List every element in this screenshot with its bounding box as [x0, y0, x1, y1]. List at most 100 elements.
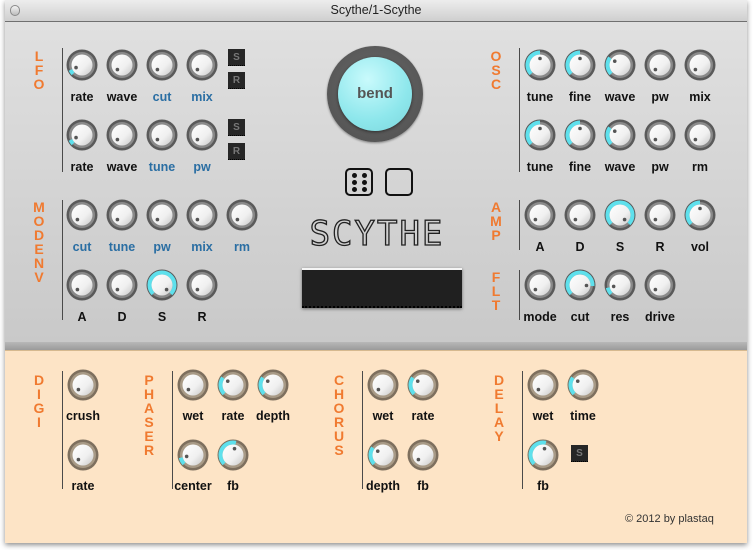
- knob-label: crush: [65, 409, 101, 423]
- knob-depth[interactable]: [367, 439, 399, 471]
- scythe-logo: SCYTHE: [309, 213, 445, 254]
- section-title-letter: A: [143, 400, 155, 416]
- knob-a[interactable]: [524, 199, 556, 231]
- knob-wet[interactable]: [527, 369, 559, 401]
- knob-d[interactable]: [564, 199, 596, 231]
- knob-rm[interactable]: [226, 199, 258, 231]
- knob-r[interactable]: [186, 269, 218, 301]
- bend-button[interactable]: bend: [327, 46, 423, 142]
- section-title-letter: S: [144, 414, 154, 430]
- section-title-letter: M: [33, 199, 45, 215]
- bend-button-cap: bend: [338, 57, 412, 131]
- section-title-letter: A: [490, 199, 502, 215]
- knob-fine[interactable]: [564, 119, 596, 151]
- knob-label: R: [197, 310, 207, 324]
- knob-mix[interactable]: [186, 49, 218, 81]
- knob-tune[interactable]: [524, 119, 556, 151]
- section-divider: [62, 200, 63, 320]
- lfo2-retrigger-button[interactable]: R: [228, 143, 245, 160]
- knob-wave[interactable]: [604, 49, 636, 81]
- knob-crush[interactable]: [67, 369, 99, 401]
- knob-s[interactable]: [146, 269, 178, 301]
- knob-label: time: [570, 409, 596, 423]
- knob-pw[interactable]: [146, 199, 178, 231]
- knob-tune[interactable]: [146, 119, 178, 151]
- section-title-letter: L: [491, 283, 501, 299]
- window-title: Scythe/1-Scythe: [330, 3, 422, 17]
- knob-center[interactable]: [177, 439, 209, 471]
- copyright-text: © 2012 by plastaq: [625, 513, 714, 525]
- knob-label: fb: [417, 479, 429, 493]
- section-label-chorus: CHORUS: [332, 373, 346, 457]
- knob-label: mix: [689, 90, 711, 104]
- knob-time[interactable]: [567, 369, 599, 401]
- knob-mix[interactable]: [186, 199, 218, 231]
- knob-pw[interactable]: [644, 49, 676, 81]
- knob-rate[interactable]: [67, 439, 99, 471]
- section-label-digi: DIGI: [32, 373, 46, 429]
- knob-mix[interactable]: [684, 49, 716, 81]
- section-title-letter: L: [494, 400, 504, 416]
- lfo1-retrigger-button[interactable]: R: [228, 72, 245, 89]
- section-title-letter: H: [333, 386, 345, 402]
- knob-rm[interactable]: [684, 119, 716, 151]
- section-title-letter: I: [37, 386, 41, 402]
- empty-square-icon[interactable]: [385, 168, 413, 196]
- knob-cut[interactable]: [564, 269, 596, 301]
- knob-pw[interactable]: [186, 119, 218, 151]
- section-divider: [62, 48, 63, 172]
- knob-wave[interactable]: [106, 119, 138, 151]
- knob-cut[interactable]: [146, 49, 178, 81]
- lfo2-sync-button[interactable]: S: [228, 119, 245, 136]
- section-title-letter: D: [33, 227, 45, 243]
- knob-label: rm: [692, 160, 708, 174]
- knob-res[interactable]: [604, 269, 636, 301]
- knob-wave[interactable]: [604, 119, 636, 151]
- section-title-letter: O: [490, 48, 502, 64]
- section-title-letter: S: [334, 442, 344, 458]
- knob-fb[interactable]: [407, 439, 439, 471]
- section-title-letter: L: [34, 48, 44, 64]
- knob-r[interactable]: [644, 199, 676, 231]
- section-title-letter: O: [333, 400, 345, 416]
- knob-tune[interactable]: [524, 49, 556, 81]
- knob-wet[interactable]: [177, 369, 209, 401]
- delay-sync-button[interactable]: S: [571, 445, 588, 462]
- knob-rate[interactable]: [407, 369, 439, 401]
- knob-rate[interactable]: [66, 119, 98, 151]
- effects-panel: DIGI PHASER CHORUS DELAY S © 2012 by pla…: [5, 351, 747, 543]
- lfo1-sync-button[interactable]: S: [228, 49, 245, 66]
- knob-vol[interactable]: [684, 199, 716, 231]
- knob-cut[interactable]: [66, 199, 98, 231]
- title-bar: Scythe/1-Scythe: [5, 0, 747, 22]
- section-title-letter: N: [33, 255, 45, 271]
- knob-fb[interactable]: [527, 439, 559, 471]
- knob-fb[interactable]: [217, 439, 249, 471]
- dice-six-icon[interactable]: [345, 168, 373, 196]
- knob-fine[interactable]: [564, 49, 596, 81]
- knob-wet[interactable]: [367, 369, 399, 401]
- section-label-modenv: MODENV: [32, 200, 46, 284]
- section-title-letter: C: [333, 372, 345, 388]
- knob-label: fb: [227, 479, 239, 493]
- section-title-letter: E: [144, 428, 154, 444]
- knob-pw[interactable]: [644, 119, 676, 151]
- knob-rate[interactable]: [217, 369, 249, 401]
- knob-label: mix: [191, 90, 213, 104]
- knob-wave[interactable]: [106, 49, 138, 81]
- knob-s[interactable]: [604, 199, 636, 231]
- section-title-letter: R: [333, 414, 345, 430]
- knob-tune[interactable]: [106, 199, 138, 231]
- knob-rate[interactable]: [66, 49, 98, 81]
- knob-drive[interactable]: [644, 269, 676, 301]
- section-title-letter: H: [143, 386, 155, 402]
- section-title-letter: F: [491, 269, 501, 285]
- knob-depth[interactable]: [257, 369, 289, 401]
- section-label-flt: FLT: [489, 270, 503, 312]
- section-divider: [362, 371, 363, 489]
- knob-mode[interactable]: [524, 269, 556, 301]
- knob-a[interactable]: [66, 269, 98, 301]
- knob-label: pw: [193, 160, 211, 174]
- lcd-display: [302, 268, 462, 308]
- knob-d[interactable]: [106, 269, 138, 301]
